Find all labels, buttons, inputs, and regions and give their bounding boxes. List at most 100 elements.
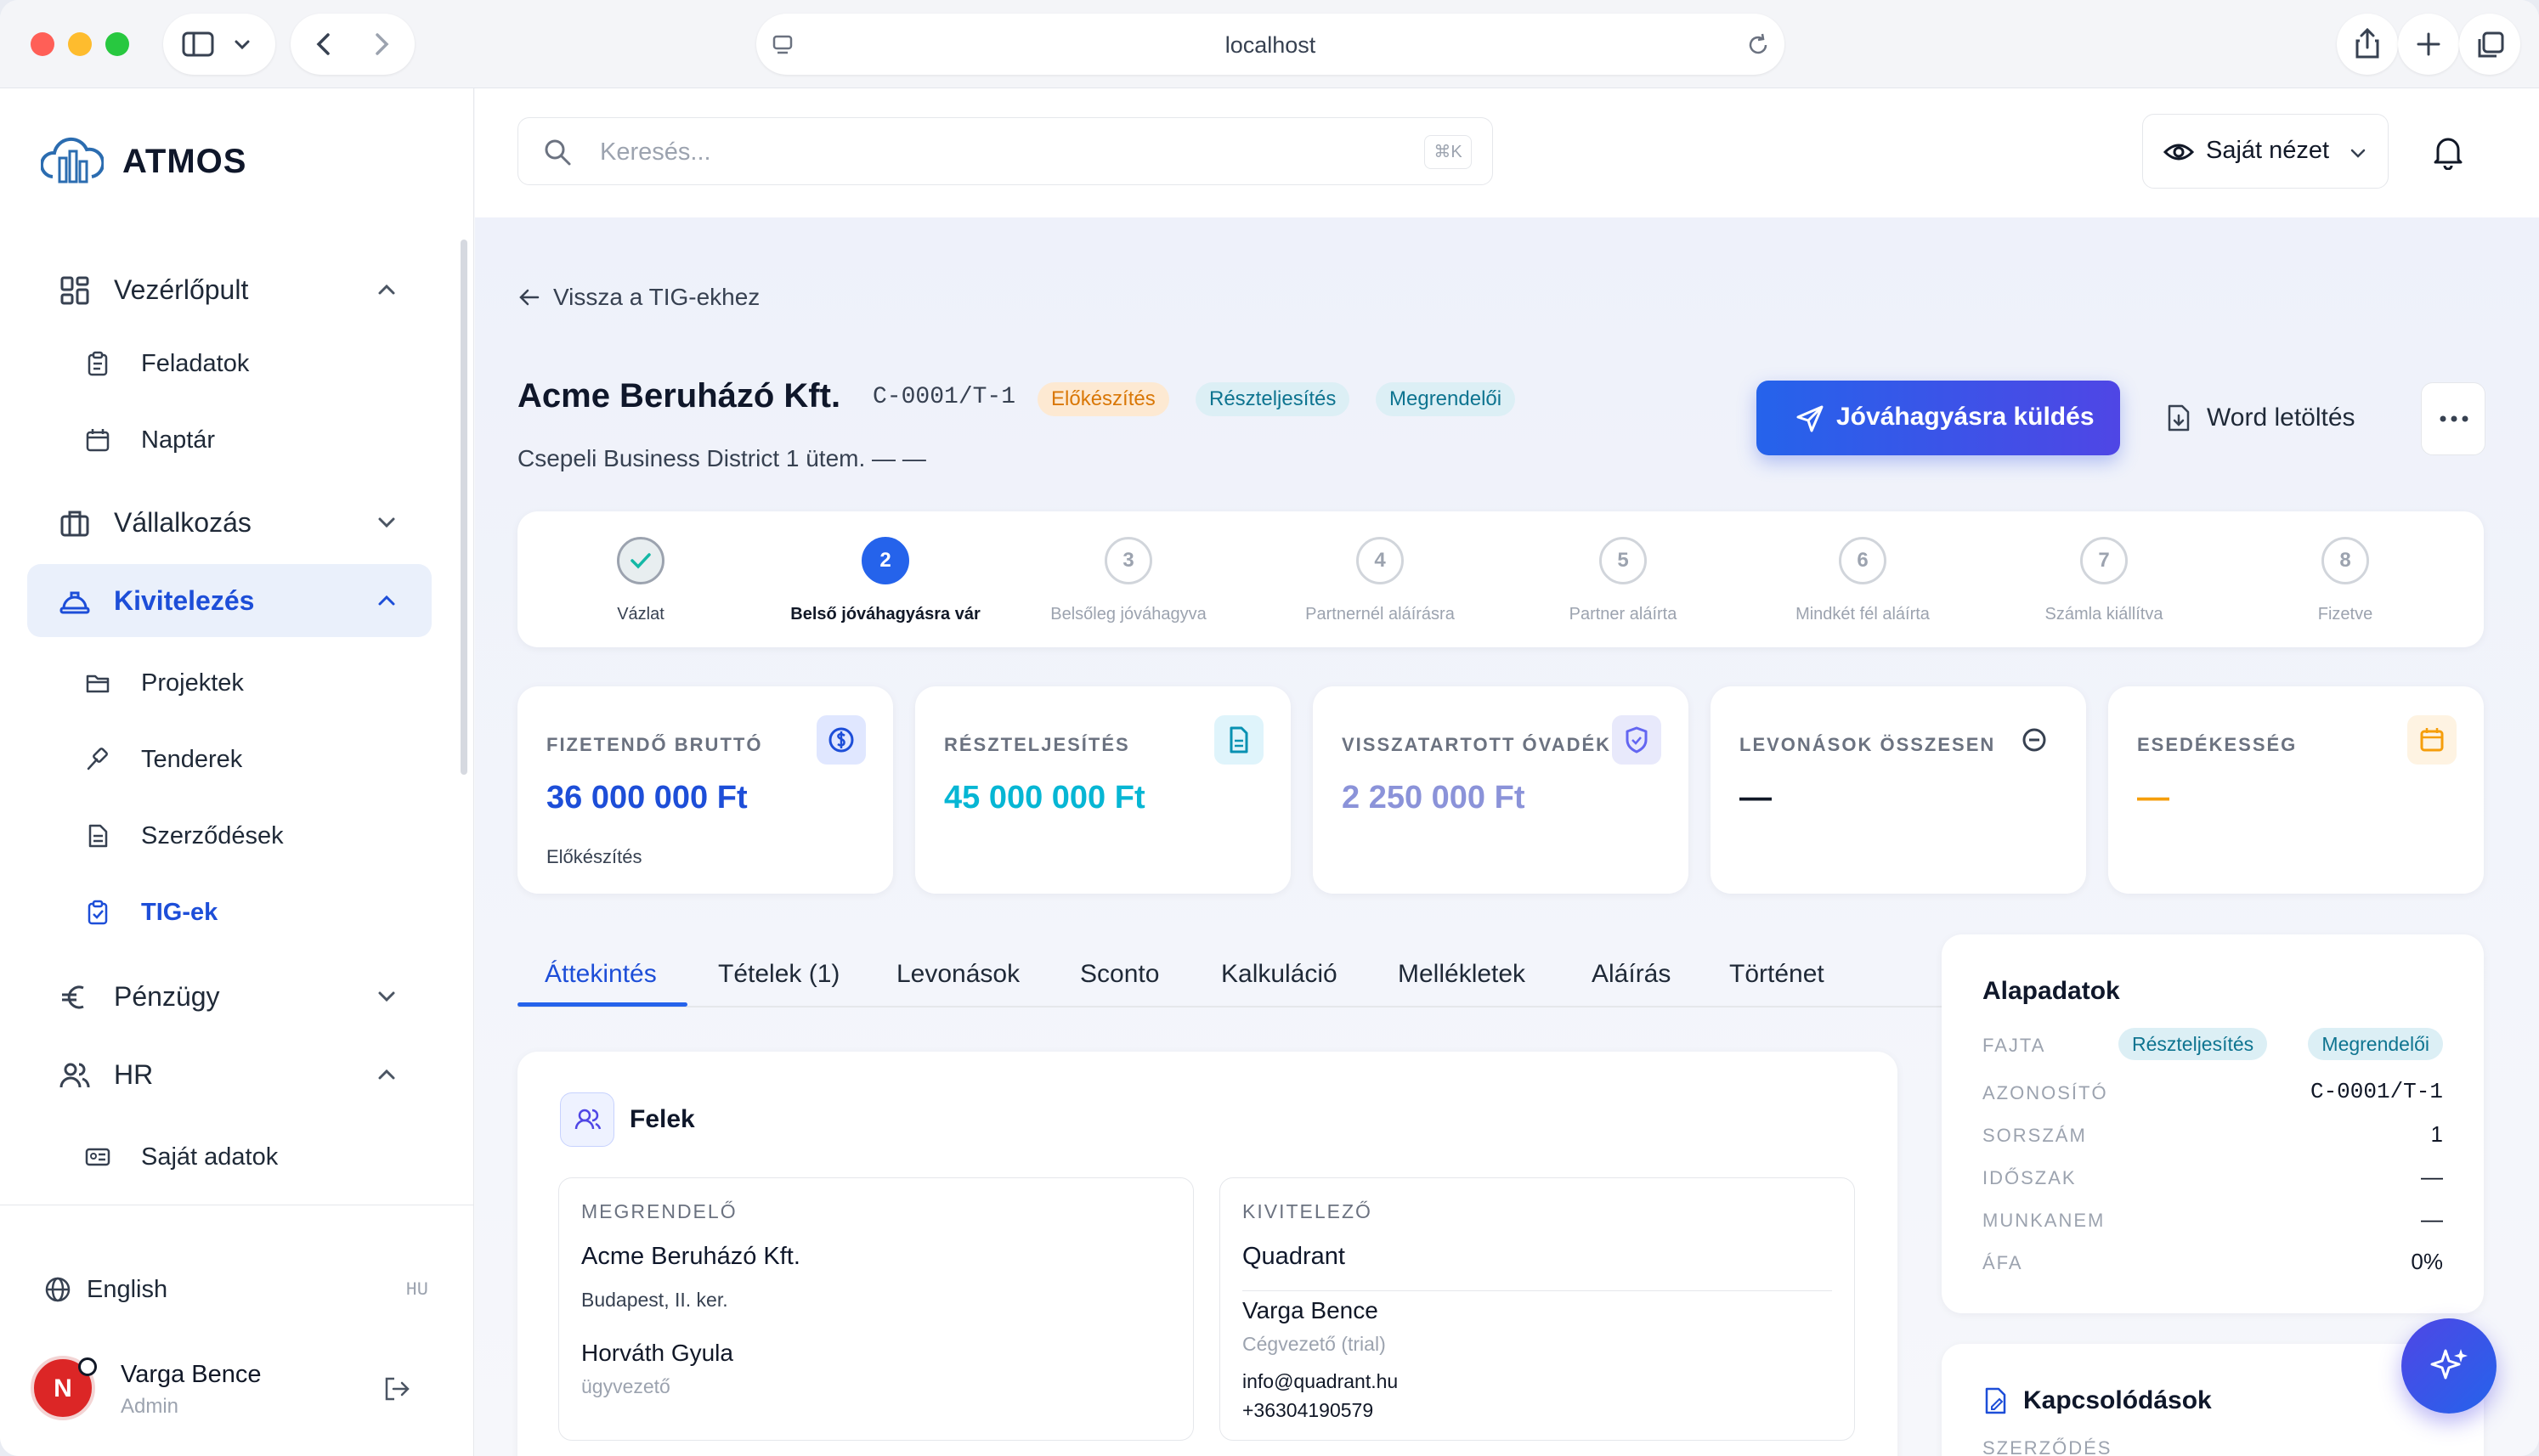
basic-row-fajta: FAJTA Részteljesítés Megrendelői	[1982, 1028, 2443, 1062]
kpi-label: LEVONÁSOK ÖSSZESEN	[1739, 734, 1996, 755]
sidebar-subitem-label: Feladatok	[141, 349, 250, 377]
briefcase-icon	[60, 511, 89, 537]
sidebar-subitem-sajat-adatok[interactable]: Saját adatok	[85, 1132, 278, 1182]
dollar-circle-icon	[817, 715, 866, 765]
row-key: AZONOSÍTÓ	[1982, 1082, 2108, 1103]
tab-sconto[interactable]: Sconto	[1080, 960, 1159, 989]
avatar-letter: N	[54, 1374, 72, 1402]
sidebar-toggle-button[interactable]	[163, 14, 275, 75]
sidebar-subitem-label: Saját adatok	[141, 1143, 279, 1171]
sidebar-subitem-label: Projektek	[141, 669, 244, 697]
sidebar-item-label: Vállalkozás	[114, 506, 252, 538]
view-switcher-button[interactable]: Saját nézet	[2142, 114, 2389, 189]
sidebar-item-hr[interactable]: HR	[27, 1038, 432, 1111]
share-icon	[2355, 27, 2379, 59]
back-arrow-icon[interactable]	[313, 31, 335, 57]
search-icon	[545, 139, 571, 166]
tab-levonasok[interactable]: Levonások	[896, 960, 1020, 989]
contractor-contact-role: Cégvezető (trial)	[1242, 1333, 1386, 1355]
step-number: 5	[1599, 537, 1647, 584]
sidebar-item-label: HR	[114, 1058, 154, 1090]
helmet-icon	[59, 591, 90, 614]
step-check-icon	[617, 537, 664, 584]
tab-tetelek[interactable]: Tételek (1)	[718, 960, 840, 989]
language-label: English	[87, 1276, 168, 1303]
zoom-window-button[interactable]	[105, 32, 129, 56]
sidebar-subitem-label: TIG-ek	[141, 898, 218, 926]
dashboard-grid-icon	[60, 276, 89, 305]
step-number: 2	[862, 537, 909, 584]
step-vazlat: Vázlat	[521, 537, 761, 624]
address-bar[interactable]: localhost	[756, 14, 1784, 75]
search-input[interactable]: Keresés... ⌘K	[517, 117, 1493, 185]
share-button[interactable]	[2337, 14, 2398, 75]
back-link-label: Vissza a TIG-ekhez	[553, 284, 761, 310]
contractor-email[interactable]: info@quadrant.hu	[1242, 1370, 1398, 1393]
sidebar-item-vallalkozas[interactable]: Vállalkozás	[27, 486, 432, 559]
contractor-card: KIVITELEZŐ Quadrant Varga Bence Cégvezet…	[1219, 1177, 1855, 1441]
close-window-button[interactable]	[31, 32, 54, 56]
sidebar: ATMOS Vezérlőpult Feladatok Naptár Válla…	[0, 88, 474, 1456]
sidebar-subitem-tig-ek[interactable]: TIG-ek	[85, 887, 218, 938]
sidebar-scrollbar[interactable]	[461, 240, 467, 775]
kpi-value: 2 250 000 Ft	[1342, 780, 1525, 815]
sidebar-subitem-label: Tenderek	[141, 745, 243, 773]
tab-attekintes[interactable]: Áttekintés	[545, 960, 657, 989]
status-badge: Előkészítés	[1038, 382, 1169, 416]
type-badge: Részteljesítés	[2118, 1028, 2268, 1060]
step-partner-alairta: 5 Partner aláírta	[1503, 537, 1743, 624]
forward-arrow-icon[interactable]	[370, 31, 393, 57]
document-edit-icon	[1985, 1387, 2006, 1414]
parties-panel: Felek MEGRENDELŐ Acme Beruházó Kft. Buda…	[517, 1052, 1897, 1456]
clipboard-icon	[88, 351, 108, 376]
avatar[interactable]: N	[31, 1356, 97, 1420]
sidebar-toggle-icon	[182, 31, 214, 57]
sidebar-subitem-projektek[interactable]: Projektek	[85, 657, 244, 708]
tab-alairas[interactable]: Aláírás	[1592, 960, 1671, 989]
step-label: Mindkét fél aláírta	[1795, 605, 1930, 624]
new-tab-button[interactable]	[2398, 14, 2459, 75]
sidebar-item-vezerlopult[interactable]: Vezérlőpult	[27, 253, 432, 326]
app-logo[interactable]: ATMOS	[41, 136, 246, 187]
word-download-button[interactable]: Word letöltés	[2166, 381, 2355, 455]
chevron-up-icon	[378, 595, 395, 606]
sidebar-item-kivitelezes[interactable]: Kivitelezés	[27, 564, 432, 637]
customer-address: Budapest, II. ker.	[581, 1289, 728, 1311]
row-key: MUNKANEM	[1982, 1210, 2106, 1231]
reload-icon[interactable]	[1745, 32, 1771, 58]
logout-icon[interactable]	[382, 1374, 411, 1403]
party-badge: Megrendelői	[2308, 1028, 2443, 1060]
calendar-icon	[86, 429, 110, 452]
active-tab-indicator	[517, 1002, 687, 1007]
send-for-approval-label: Jóváhagyásra küldés	[1836, 403, 2095, 431]
globe-icon	[45, 1277, 71, 1302]
tig-code: C-0001/T-1	[873, 384, 1016, 410]
language-switcher[interactable]: English HU	[44, 1269, 428, 1312]
customer-contact-role: ügyvezető	[581, 1375, 670, 1397]
language-code: HU	[405, 1279, 428, 1301]
minimize-window-button[interactable]	[68, 32, 92, 56]
sidebar-subitem-naptar[interactable]: Naptár	[85, 415, 215, 466]
sidebar-subitem-tenderek[interactable]: Tenderek	[85, 734, 242, 785]
view-label: Saját nézet	[2206, 137, 2330, 164]
kpi-card-gross-payable: FIZETENDŐ BRUTTÓ 36 000 000 Ft Előkészít…	[517, 686, 893, 894]
kpi-value: —	[1739, 780, 1772, 815]
contractor-contact-name: Varga Bence	[1242, 1297, 1378, 1323]
more-actions-button[interactable]	[2421, 382, 2485, 455]
tab-mellekletek[interactable]: Mellékletek	[1398, 960, 1525, 989]
ai-assistant-button[interactable]	[2401, 1318, 2497, 1414]
tab-overview-button[interactable]	[2459, 14, 2520, 75]
tab-kalkulacio[interactable]: Kalkuláció	[1221, 960, 1337, 989]
sidebar-item-penzugy[interactable]: Pénzügy	[27, 960, 432, 1033]
send-for-approval-button[interactable]: Jóváhagyásra küldés	[1756, 381, 2120, 455]
step-number: 3	[1105, 537, 1152, 584]
contractor-phone[interactable]: +36304190579	[1242, 1399, 1373, 1422]
sidebar-item-label: Kivitelezés	[114, 584, 255, 616]
back-link[interactable]: Vissza a TIG-ekhez	[517, 284, 760, 311]
tab-tortenet[interactable]: Történet	[1729, 960, 1824, 989]
bell-icon[interactable]	[2431, 133, 2465, 170]
sidebar-subitem-feladatok[interactable]: Feladatok	[85, 338, 249, 389]
sidebar-subitem-szerzodesek[interactable]: Szerződések	[85, 810, 284, 861]
url-text: localhost	[1224, 32, 1316, 58]
step-label: Fizetve	[2317, 605, 2373, 624]
